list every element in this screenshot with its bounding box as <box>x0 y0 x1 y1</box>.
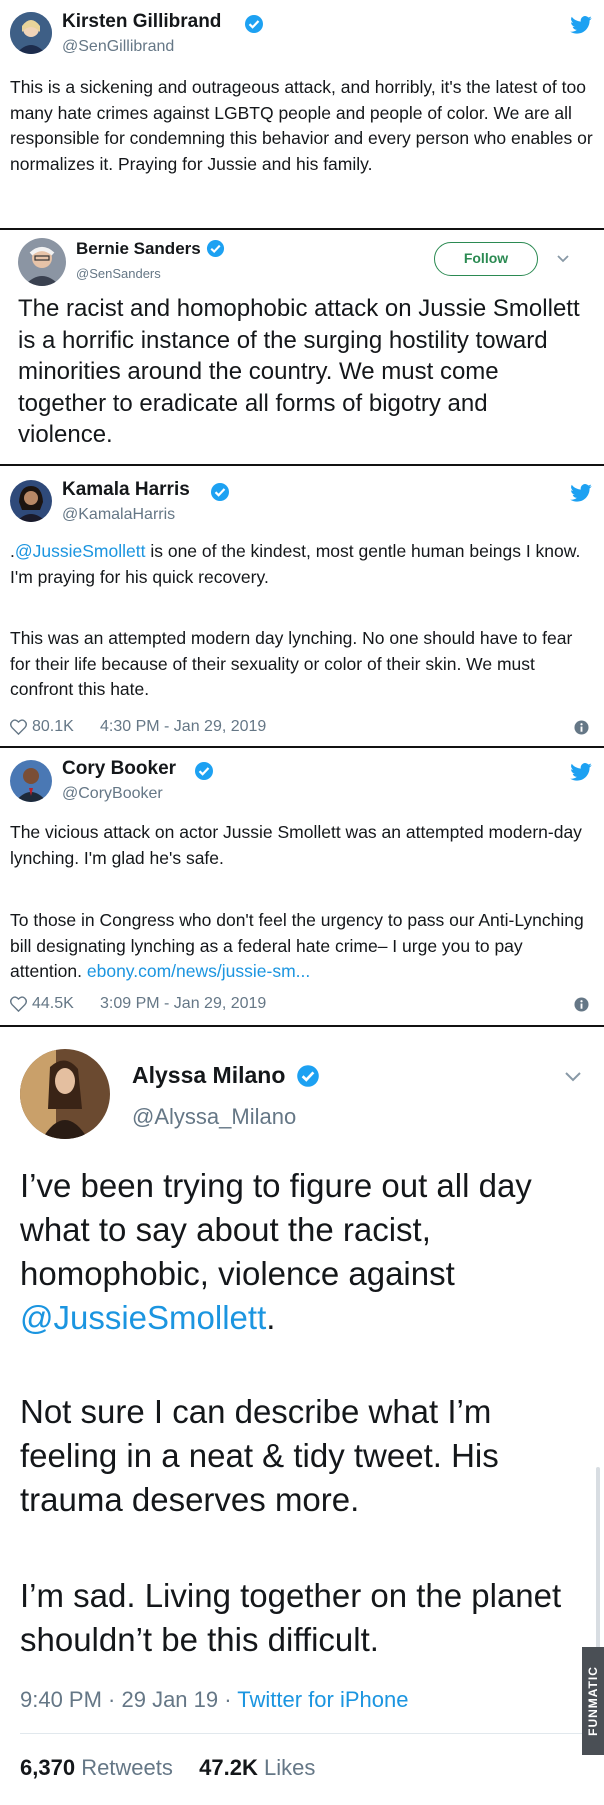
verified-badge-icon <box>211 483 229 501</box>
timestamp[interactable]: 9:40 PM · 29 Jan 19 · <box>20 1687 237 1712</box>
tweet-text-paragraph-3: I’m sad. Living together on the planet s… <box>20 1577 571 1658</box>
tweet-harris: Kamala Harris @KamalaHarris .@JussieSmol… <box>0 466 604 746</box>
twitter-bird-icon[interactable] <box>570 484 592 502</box>
scrollbar[interactable] <box>596 1467 600 1667</box>
tweet-milano: Alyssa Milano @Alyssa_Milano I’ve been t… <box>0 1027 604 1805</box>
display-name[interactable]: Bernie Sanders <box>76 239 201 259</box>
verified-badge-icon <box>195 762 213 780</box>
info-icon[interactable] <box>574 997 589 1012</box>
retweet-label: Retweets <box>81 1755 173 1780</box>
retweet-stat[interactable]: 6,370 Retweets <box>20 1755 173 1780</box>
tweet-text: The vicious attack on actor Jussie Smoll… <box>10 822 587 868</box>
stats-row: 6,370 Retweets 47.2K Likes <box>20 1755 315 1781</box>
like-count: 80.1K <box>32 718 74 735</box>
twitter-bird-icon[interactable] <box>570 16 592 34</box>
avatar[interactable] <box>10 480 52 522</box>
avatar-image <box>10 12 52 54</box>
chevron-down-icon[interactable] <box>564 1071 582 1083</box>
text-body: I’ve been trying to figure out all day w… <box>20 1167 541 1292</box>
follow-button[interactable]: Follow <box>434 242 538 276</box>
chevron-down-icon[interactable] <box>556 254 570 264</box>
mention-link[interactable]: @JussieSmollett <box>15 541 146 561</box>
verified-badge-icon <box>245 15 263 33</box>
article-link[interactable]: ebony.com/news/jussie-sm... <box>87 961 310 981</box>
stats-separator <box>20 1733 586 1734</box>
username[interactable]: @KamalaHarris <box>62 506 175 524</box>
display-name[interactable]: Cory Booker <box>62 758 176 780</box>
tweet-text-paragraph-2: This was an attempted modern day lynchin… <box>10 628 578 699</box>
username[interactable]: @SenGillibrand <box>62 38 174 56</box>
avatar-image <box>10 480 52 522</box>
timestamp[interactable]: 4:30 PM - Jan 29, 2019 <box>100 718 266 736</box>
tweet-booker: Cory Booker @CoryBooker The vicious atta… <box>0 748 604 1025</box>
mention-link[interactable]: @JussieSmollett <box>20 1299 266 1336</box>
tweet-text: This is a sickening and outrageous attac… <box>10 77 598 174</box>
like-count: 44.5K <box>32 995 74 1012</box>
avatar[interactable] <box>10 12 52 54</box>
tweet-text: .@JussieSmollett is one of the kindest, … <box>10 539 595 590</box>
like-count: 47.2K <box>199 1755 258 1780</box>
username[interactable]: @Alyssa_Milano <box>132 1104 296 1130</box>
text-end: . <box>266 1299 276 1336</box>
username[interactable]: @CoryBooker <box>62 785 163 803</box>
info-icon[interactable] <box>574 720 589 735</box>
source-link[interactable]: Twitter for iPhone <box>237 1687 408 1712</box>
timestamp-line: 9:40 PM · 29 Jan 19 · Twitter for iPhone <box>20 1687 408 1713</box>
heart-icon[interactable] <box>10 996 27 1012</box>
watermark-text: FUNMATIC <box>586 1666 600 1736</box>
like-stat[interactable]: 47.2K Likes <box>199 1755 315 1780</box>
verified-badge-icon <box>297 1065 319 1087</box>
avatar-image <box>18 238 66 286</box>
display-name[interactable]: Kamala Harris <box>62 479 190 501</box>
retweet-count: 6,370 <box>20 1755 76 1780</box>
avatar[interactable] <box>10 760 52 802</box>
tweet-text: I’ve been trying to figure out all day w… <box>20 1164 580 1340</box>
avatar-image <box>10 760 52 802</box>
watermark: FUNMATIC <box>582 1647 604 1755</box>
avatar-image <box>20 1049 110 1139</box>
tweet-text-paragraph-2: To those in Congress who don't feel the … <box>10 908 595 985</box>
twitter-bird-icon[interactable] <box>570 763 592 781</box>
tweet-text: The racist and homophobic attack on Juss… <box>18 295 587 448</box>
like-label: Likes <box>264 1755 316 1780</box>
timestamp[interactable]: 3:09 PM - Jan 29, 2019 <box>100 995 266 1013</box>
tweet-text-paragraph-2: Not sure I can describe what I’m feeling… <box>20 1393 508 1518</box>
tweet-gillibrand: Kirsten Gillibrand @SenGillibrand This i… <box>0 0 604 228</box>
avatar[interactable] <box>18 238 66 286</box>
tweet-sanders: Bernie Sanders @SenSanders Follow The ra… <box>0 230 604 464</box>
username[interactable]: @SenSanders <box>76 266 161 281</box>
avatar[interactable] <box>20 1049 110 1139</box>
display-name[interactable]: Kirsten Gillibrand <box>62 11 221 33</box>
display-name[interactable]: Alyssa Milano <box>132 1062 285 1089</box>
verified-badge-icon <box>206 239 225 258</box>
heart-icon[interactable] <box>10 719 27 735</box>
